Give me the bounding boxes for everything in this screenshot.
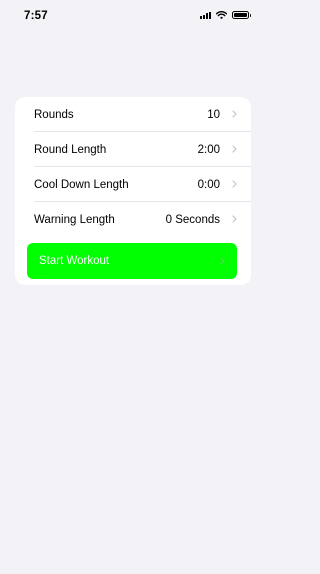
chevron-right-icon (232, 180, 237, 188)
rounds-label: Rounds (34, 109, 74, 121)
status-icons (200, 11, 251, 19)
round-length-value: 2:00 (197, 144, 220, 156)
warning-length-label: Warning Length (34, 214, 115, 226)
warning-length-row[interactable]: Warning Length 0 Seconds (15, 202, 251, 237)
chevron-right-icon (232, 145, 237, 153)
battery-icon (232, 11, 251, 19)
start-workout-button[interactable]: Start Workout (27, 243, 237, 279)
round-length-row[interactable]: Round Length 2:00 (15, 132, 251, 167)
wifi-icon (216, 11, 227, 19)
rounds-value: 10 (207, 109, 220, 121)
chevron-right-icon (232, 215, 237, 223)
cool-down-length-row[interactable]: Cool Down Length 0:00 (15, 167, 251, 202)
cool-down-length-label: Cool Down Length (34, 179, 129, 191)
status-time: 7:57 (24, 10, 48, 22)
start-workout-label: Start Workout (39, 255, 110, 267)
workout-settings-card: Rounds 10 Round Length 2:00 Cool Down Le… (15, 97, 251, 285)
warning-length-value: 0 Seconds (165, 214, 220, 226)
rounds-row[interactable]: Rounds 10 (15, 97, 251, 132)
round-length-label: Round Length (34, 144, 107, 156)
signal-icon (200, 11, 211, 19)
status-bar: 7:57 (0, 0, 265, 34)
chevron-right-icon (220, 257, 225, 265)
cool-down-length-value: 0:00 (197, 179, 220, 191)
chevron-right-icon (232, 110, 237, 118)
